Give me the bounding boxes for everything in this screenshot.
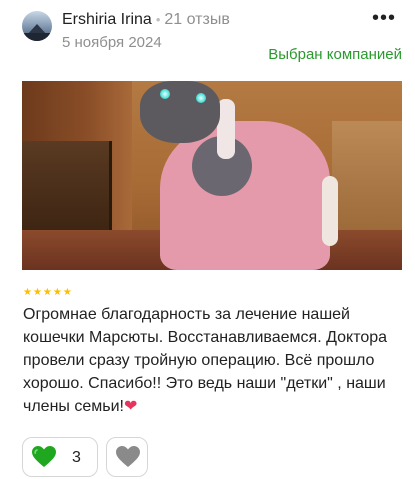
author-row: Ershiria Irina • 21 отзыв (62, 11, 230, 29)
author-name[interactable]: Ershiria Irina (62, 11, 152, 28)
photo-cat-body (160, 121, 330, 270)
review-text: Огромнае благодарность за лечение нашей … (23, 303, 393, 418)
photo-cat-eye (160, 89, 170, 99)
like-button[interactable]: 3 (22, 437, 98, 477)
review-date: 5 ноября 2024 (62, 34, 162, 51)
green-heart-icon (32, 446, 56, 467)
heart-emoji-icon: ❤ (123, 398, 138, 415)
photo-bg-box (22, 141, 112, 236)
dislike-button[interactable] (106, 437, 148, 477)
separator-dot: • (155, 12, 161, 27)
review-photo[interactable] (22, 81, 402, 270)
company-choice-badge: Выбран компанией (268, 46, 402, 63)
avatar-ground-shape (22, 33, 52, 41)
review-text-body: Огромнае благодарность за лечение нашей … (23, 306, 388, 415)
ellipsis-icon[interactable]: ••• (372, 8, 396, 28)
photo-bg-shelf (332, 121, 402, 241)
rating-stars: ★★★★★ (23, 287, 73, 298)
author-reviews-count: 21 отзыв (164, 11, 230, 28)
like-count: 3 (72, 449, 81, 466)
avatar[interactable] (22, 11, 52, 41)
photo-cat-head (140, 81, 220, 143)
photo-cat-ruffle (322, 176, 338, 246)
photo-cat-eye (196, 93, 206, 103)
grey-heart-icon (116, 446, 140, 467)
